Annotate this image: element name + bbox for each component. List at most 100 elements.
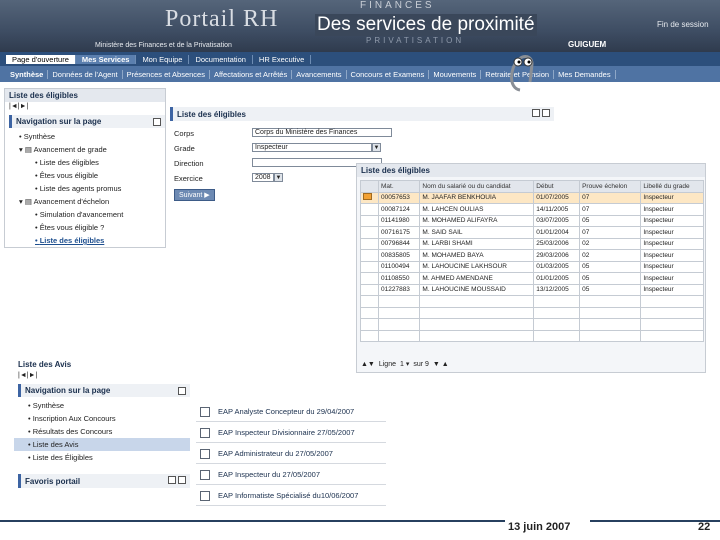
table-row[interactable]: 01100494 M. LAHOUCINE LAKHSOUR 01/03/2005 0… <box>360 260 704 273</box>
footer-date: 13 juin 2007 <box>508 521 571 533</box>
row-select-cell[interactable] <box>360 237 379 250</box>
avis-checkbox[interactable] <box>200 490 210 501</box>
avis-nav-liste-avis[interactable]: • Liste des Avis <box>14 438 190 451</box>
row-select-cell[interactable] <box>360 203 379 216</box>
nav-item-liste-eligibles-active[interactable]: • Liste des éligibles <box>5 234 165 247</box>
minimize-icon[interactable] <box>532 109 540 117</box>
collapse-icon[interactable] <box>153 117 161 126</box>
tab-hr-executive[interactable]: HR Executive <box>253 54 312 64</box>
top-nav: Page d'ouverture Mes Services Mon Equipe… <box>0 52 720 66</box>
exercice-select[interactable]: 2008 <box>252 173 274 182</box>
table-cell <box>377 329 421 342</box>
avis-row[interactable]: EAP Inspecteur Divisionnaire 27/05/2007 <box>196 423 386 443</box>
table-row[interactable]: 00716175 M. SAID SAIL 01/01/2004 07 Inspecte… <box>360 226 704 239</box>
nav-item-agents-promus[interactable]: • Liste des agents promus <box>5 182 165 195</box>
corps-select[interactable]: Corps du Ministère des Finances <box>252 128 392 137</box>
nav-section-header: Navigation sur la page <box>9 115 165 128</box>
row-select-cell[interactable] <box>360 272 379 285</box>
grade-select[interactable]: Inspecteur <box>252 143 372 152</box>
col-header-debut[interactable]: Début <box>533 180 581 193</box>
logout-link[interactable]: Fin de session <box>657 20 709 29</box>
subtab-mouvements[interactable]: Mouvements <box>429 69 482 79</box>
maximize-icon[interactable] <box>542 109 550 117</box>
row-select-cell[interactable] <box>360 260 379 273</box>
subtab-avancements[interactable]: Avancements <box>292 69 347 79</box>
row-select-cell[interactable] <box>360 191 379 204</box>
subtab-synthese[interactable]: Synthèse <box>6 69 49 79</box>
grade-dropdown-icon[interactable]: ▼ <box>372 143 381 152</box>
avis-pager-icons[interactable]: |◄|►| <box>14 371 190 380</box>
col-header-echelon[interactable]: Prouve échelon <box>579 180 642 193</box>
table-row[interactable]: 00087124 M. LAHCEN OULIAS 14/11/2005 07 Insp… <box>360 203 704 216</box>
table-cell: 07 <box>579 226 642 239</box>
row-select-cell[interactable] <box>360 249 379 262</box>
table-row[interactable]: 00057653 M. JAAFAR BENKHOUIA 01/07/2005 07 I… <box>360 191 704 204</box>
col-header-nom[interactable]: Nom du salarié ou du candidat <box>419 180 535 193</box>
table-row[interactable]: 01108550 M. AHMED AMENDANE 01/01/2005 05 Ins… <box>360 272 704 285</box>
avis-checkbox[interactable] <box>200 469 210 480</box>
table-row[interactable]: 01227883 M. LAHOUCINE MOUSSAID 13/12/2005 0… <box>360 283 704 296</box>
table-cell <box>377 306 421 319</box>
avis-checkbox[interactable] <box>200 406 210 417</box>
avis-nav-resultats[interactable]: • Résultats des Concours <box>14 425 190 438</box>
pager-icons[interactable]: |◄|►| <box>5 102 165 111</box>
table-cell: M. LAHOUCINE LAKHSOUR <box>419 260 535 273</box>
table-cell <box>579 318 642 331</box>
nav-item-etes-vous-eligible[interactable]: • Êtes vous éligible <box>5 169 165 182</box>
subtab-affectations[interactable]: Affectations et Arrêtés <box>210 69 293 79</box>
suivant-button[interactable]: Suivant ▶ <box>174 189 215 201</box>
direction-label: Direction <box>174 159 204 168</box>
table-cell: Inspecteur <box>640 249 704 262</box>
nav-item-avancement-grade[interactable]: ▾ ▤ Avancement de grade <box>5 143 165 156</box>
table-cell: 13/12/2005 <box>533 283 581 296</box>
col-header-mat[interactable]: Mat. <box>377 180 421 193</box>
row-select-cell[interactable] <box>360 226 379 239</box>
exercice-dropdown-icon[interactable]: ▼ <box>274 173 283 182</box>
tab-mes-services[interactable]: Mes Services <box>75 54 137 64</box>
avis-row[interactable]: EAP Informatiste Spécialisé du10/06/2007 <box>196 486 386 506</box>
nav-item-etes-vous-eligible-2[interactable]: • Êtes vous éligible ? <box>5 221 165 234</box>
row-select-cell[interactable] <box>360 283 379 296</box>
table-cell <box>533 329 581 342</box>
nav-item-simulation[interactable]: • Simulation d'avancement <box>5 208 165 221</box>
avis-collapse-icon[interactable] <box>178 386 186 395</box>
tab-documentation[interactable]: Documentation <box>189 54 253 64</box>
avis-checkbox[interactable] <box>200 448 210 459</box>
table-row[interactable]: 00835805 M. MOHAMED BAYA 29/03/2006 02 Inspe… <box>360 249 704 262</box>
nav-item-avancement-echelon[interactable]: ▾ ▤ Avancement d'échelon <box>5 195 165 208</box>
avis-nav-liste-eligibles[interactable]: • Liste des Éligibles <box>14 451 190 464</box>
nav-item-liste-eligibles[interactable]: • Liste des éligibles <box>5 156 165 169</box>
col-header-grade[interactable]: Libellé du grade <box>640 180 704 193</box>
table-row[interactable]: 00796844 M. LARBI SHAMI 25/03/2006 02 Inspec… <box>360 237 704 250</box>
avis-row[interactable]: EAP Administrateur du 27/05/2007 <box>196 444 386 464</box>
table-cell <box>533 295 581 308</box>
avis-checkbox[interactable] <box>200 427 210 438</box>
table-cell: 29/03/2006 <box>533 249 581 262</box>
table-title: Liste des éligibles <box>357 164 705 177</box>
pager-row-select[interactable]: 1 ▾ <box>400 360 409 368</box>
user-name: GUIGUEM <box>568 40 607 49</box>
favoris-maximize-icon[interactable] <box>178 476 186 484</box>
subtab-donnees[interactable]: Données de l'Agent <box>48 69 123 79</box>
pager-nav-icons[interactable]: ▼ ▲ <box>433 361 449 368</box>
tab-mon-equipe[interactable]: Mon Equipe <box>136 54 190 64</box>
nav-item-synthese[interactable]: • Synthèse <box>5 130 165 143</box>
finances-label: FINANCES <box>360 0 435 11</box>
subtab-presences[interactable]: Présences et Absences <box>123 69 210 79</box>
tab-page-ouverture[interactable]: Page d'ouverture <box>6 54 76 64</box>
select-col-header[interactable] <box>360 180 379 193</box>
subtab-demandes[interactable]: Mes Demandes <box>554 69 616 79</box>
table-cell: 05 <box>579 260 642 273</box>
avis-row[interactable]: EAP Inspecteur du 27/05/2007 <box>196 465 386 485</box>
avis-nav-synthese[interactable]: • Synthèse <box>14 399 190 412</box>
pager-up-icon[interactable]: ▲▼ <box>361 361 375 368</box>
row-select-cell[interactable] <box>360 214 379 227</box>
avis-nav-inscription[interactable]: • Inscription Aux Concours <box>14 412 190 425</box>
table-cell <box>579 329 642 342</box>
slide-footer: 13 juin 2007 22 <box>0 520 720 540</box>
table-cell: 02 <box>579 249 642 262</box>
subtab-concours[interactable]: Concours et Examens <box>347 69 430 79</box>
favoris-minimize-icon[interactable] <box>168 476 176 484</box>
table-row[interactable]: 01141980 M. MOHAMED ALIFAYRA 03/07/2005 05 I… <box>360 214 704 227</box>
avis-row[interactable]: EAP Analyste Concepteur du 29/04/2007 <box>196 402 386 422</box>
